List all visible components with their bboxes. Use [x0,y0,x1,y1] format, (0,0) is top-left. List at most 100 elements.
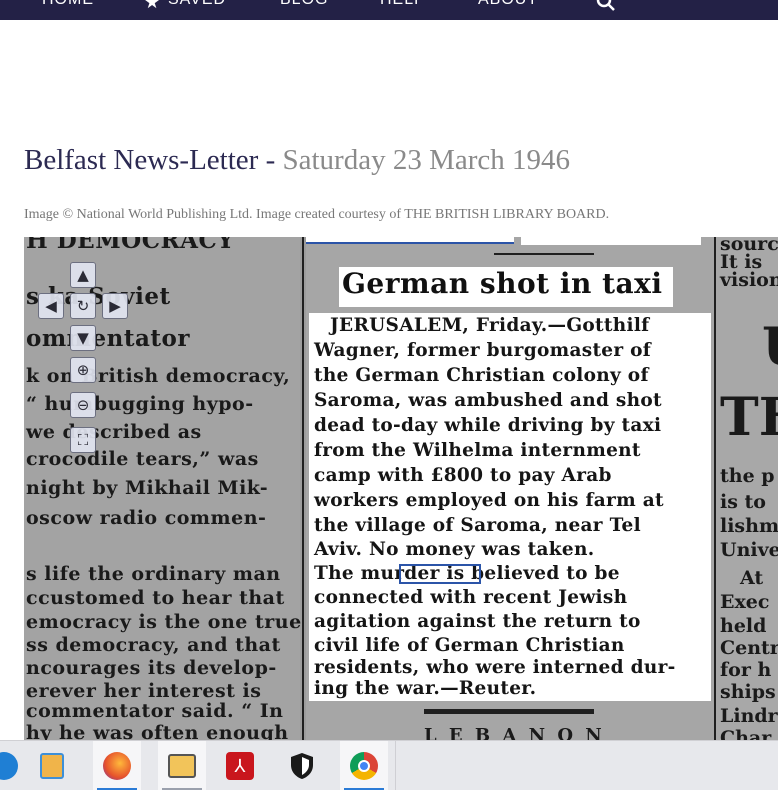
zoom-in-button[interactable]: ⊕ [70,357,96,383]
right-col-line: U [762,317,778,378]
chrome-icon [350,752,378,780]
pan-left-button[interactable]: ◀ [38,293,64,319]
article-line: workers employed on his farm at [314,490,664,511]
taskbar-media-player[interactable] [28,741,76,790]
fullscreen-icon: ⛶ [77,430,89,449]
left-col-line: ommentator [26,325,190,352]
pan-up-button[interactable]: ▲ [70,262,96,288]
right-col-line: Lindr [720,705,778,727]
right-col-line: for h [720,659,772,681]
image-credit: Image © National World Publishing Ltd. I… [24,207,610,222]
left-col-line: ss democracy, and that [26,634,281,656]
reset-view-button[interactable]: ↻ [70,293,96,319]
left-col-line: commentator said. “ In [26,700,284,722]
taskbar-security[interactable] [278,741,326,790]
left-col-line: H DEMOCRACY [26,237,235,254]
right-col-line: vision [720,269,778,291]
arrow-down-icon: ▼ [77,328,89,347]
right-col-line: ships [720,681,776,703]
right-column-clipping: source It is vision U TH the p is to lis… [716,237,778,740]
article-line: ing the war.—Reuter. [314,678,537,699]
right-col-line: Unive [720,539,778,561]
zoom-out-icon: ⊖ [76,395,90,414]
clipping-edge [521,237,701,245]
arrow-up-icon: ▲ [77,265,89,284]
taskbar-mail[interactable] [158,741,206,790]
taskbar-acrobat[interactable]: ⅄ [216,741,264,790]
right-col-line: lishm [720,515,778,537]
left-col-line: crocodile tears,” was [26,448,259,470]
article-line: dead to-day while driving by taxi [314,415,662,436]
security-icon [291,753,313,779]
search-hit-highlight[interactable] [399,564,481,584]
taskbar-chrome[interactable] [340,741,388,790]
right-col-line: is to [720,491,766,513]
taskbar-divider [395,741,396,790]
right-col-line: the p [720,465,775,487]
nav-blog[interactable]: BLOG [280,0,328,9]
pan-down-button[interactable]: ▼ [70,325,96,351]
zoom-in-icon: ⊕ [76,360,90,379]
article-line: civil life of German Christian [314,635,625,656]
media-player-icon [40,753,64,779]
top-navigation: HOME ★ SAVED BLOG HELP ABOUT [0,0,778,20]
article-line: Aviv. No money was taken. [314,539,595,560]
arrow-right-icon: ▶ [109,296,121,315]
acrobat-icon: ⅄ [226,752,254,780]
right-col-line: Centr [720,637,778,659]
left-col-line: s life the ordinary man [26,563,281,585]
ornament-rule [424,709,594,714]
left-col-line: we described as [26,421,202,443]
left-col-line: “ humbugging hypo- [26,393,254,415]
pan-right-button[interactable]: ▶ [102,293,128,319]
search-icon[interactable] [596,0,616,17]
firefox-icon [103,752,131,780]
left-column-clipping: H DEMOCRACY s ka Soviet ommentator k on … [24,237,302,740]
page-title: Belfast News-Letter - Saturday 23 March … [24,144,570,177]
article-line: camp with £800 to pay Arab [314,465,612,486]
left-col-line: hy he was often enough [26,722,289,740]
nav-about[interactable]: ABOUT [478,0,538,9]
newspaper-image-viewer[interactable]: H DEMOCRACY s ka Soviet ommentator k on … [24,237,778,740]
refresh-icon: ↻ [76,296,90,315]
taskbar-firefox[interactable] [93,741,141,790]
newspaper-title: Belfast News-Letter [24,144,259,176]
left-col-line: emocracy is the one true [26,611,302,633]
title-separator: - [258,144,283,176]
right-col-line: TH [720,387,778,448]
article-line: JERUSALEM, Friday.—Gotthilf [330,315,650,336]
zoom-out-button[interactable]: ⊖ [70,392,96,418]
article-line: the German Christian colony of [314,365,649,386]
article-line: Saroma, was ambushed and shot [314,390,662,411]
left-col-line: oscow radio commen- [26,507,267,529]
arrow-left-icon: ◀ [45,296,57,315]
nav-home[interactable]: HOME [42,0,94,9]
left-col-line: ncourages its develop- [26,657,277,679]
right-col-line: At [740,567,764,589]
article-line: agitation against the return to [314,611,641,632]
windows-taskbar: ⅄ [0,740,778,790]
left-col-line: k on British democracy, [26,365,291,387]
article-line: residents, who were interned dur- [314,657,676,678]
left-col-line: night by Mikhail Mik- [26,477,269,499]
article-line: from the Wilhelma internment [314,440,641,461]
fullscreen-button[interactable]: ⛶ [70,427,96,453]
nav-saved[interactable]: SAVED [168,0,226,9]
taskbar-edge[interactable] [0,741,28,790]
previous-hit-box [306,237,514,244]
right-col-line: Char [720,727,772,740]
issue-date: Saturday 23 March 1946 [282,144,571,176]
next-article-heading: L E B A N O N [424,725,605,740]
left-col-line: erever her interest is [26,680,262,702]
ornament-rule [494,253,594,255]
article-line: the village of Saroma, near Tel [314,515,641,536]
left-col-line: ccustomed to hear that [26,587,285,609]
edge-icon [0,752,18,780]
right-col-line: Exec [720,591,770,613]
nav-help[interactable]: HELP [380,0,426,9]
article-line: Wagner, former burgomaster of [314,340,652,361]
article-line: connected with recent Jewish [314,587,628,608]
star-icon: ★ [144,0,161,12]
right-col-line: held [720,615,767,637]
mail-icon [168,754,196,778]
